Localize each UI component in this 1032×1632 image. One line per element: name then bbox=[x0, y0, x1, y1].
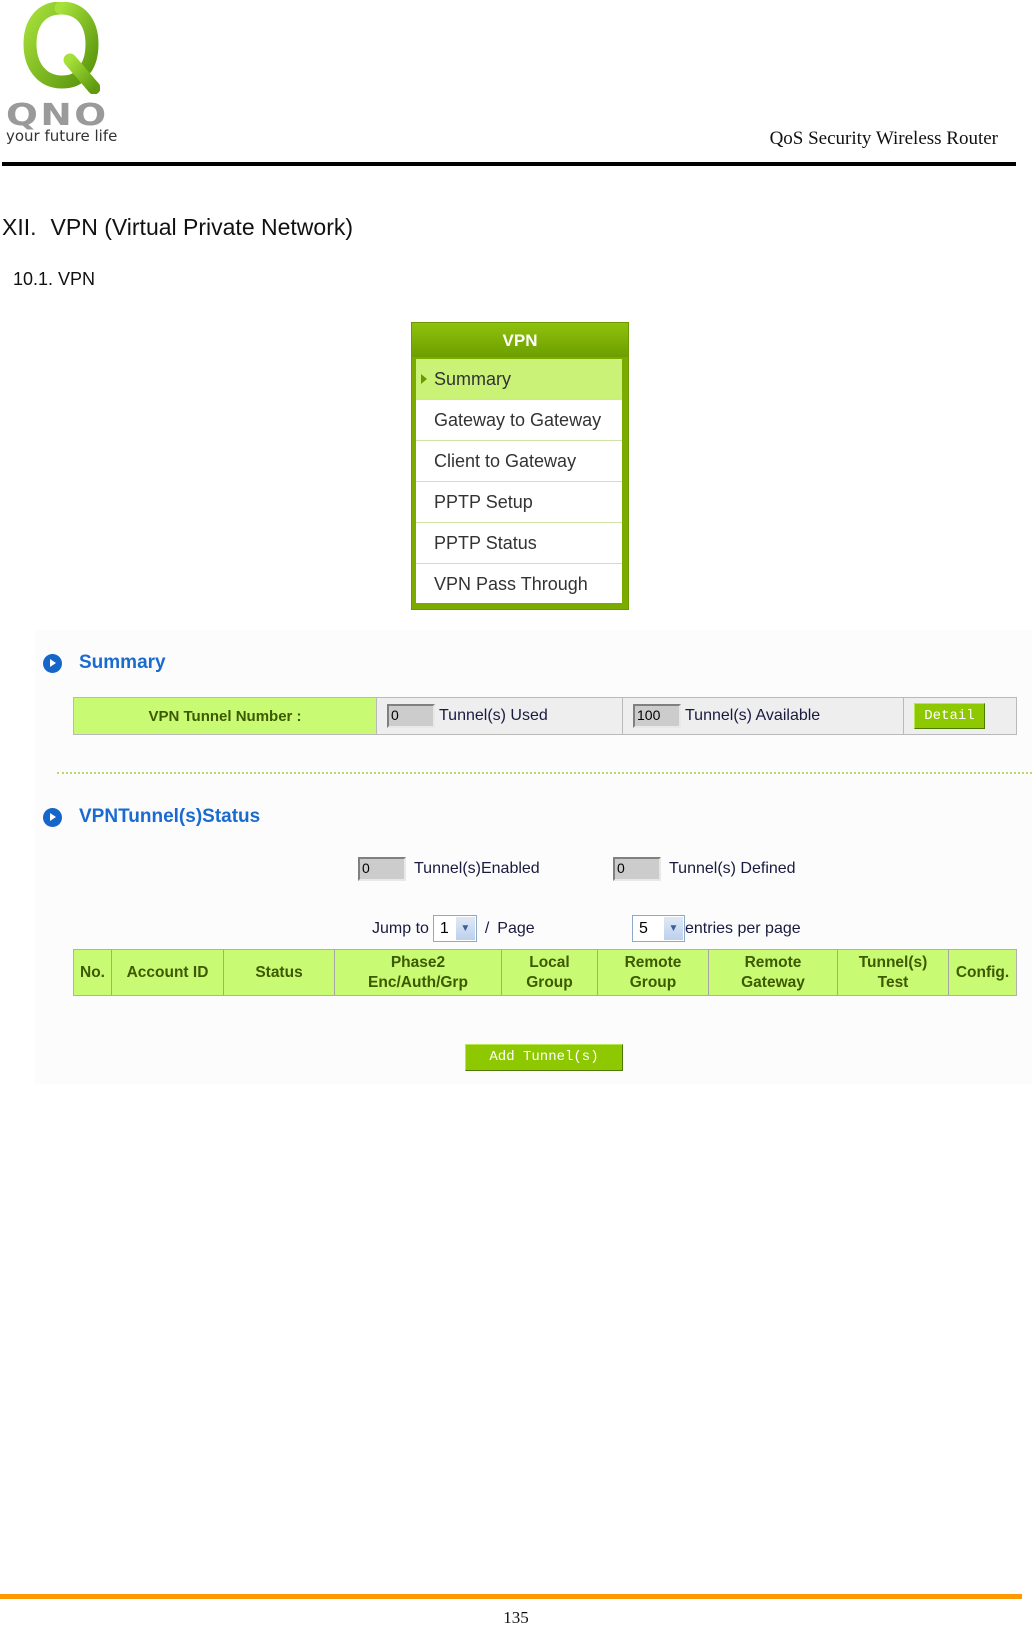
tunnel-number-label: VPN Tunnel Number : bbox=[74, 698, 377, 734]
summary-section-title: Summary bbox=[43, 652, 166, 674]
page-separator: / bbox=[484, 919, 490, 937]
detail-button[interactable]: Detail bbox=[914, 703, 985, 729]
section-heading: 10.1. VPN bbox=[13, 269, 96, 289]
tunnel-status-table-header: No. Account ID Status Phase2 Enc/Auth/Gr… bbox=[73, 949, 1017, 996]
vpn-menu-title: VPN bbox=[412, 323, 628, 357]
add-tunnel-button[interactable]: Add Tunnel(s) bbox=[465, 1044, 623, 1071]
jump-to-page-value: 1 bbox=[439, 919, 449, 937]
section-divider bbox=[57, 772, 1032, 774]
page-label: Page bbox=[497, 919, 535, 937]
col-local-group: Local Group bbox=[502, 950, 598, 995]
menu-item-client-to-gateway[interactable]: Client to Gateway bbox=[416, 441, 622, 482]
pagination-row: Jump to 1 ▼ / Page bbox=[372, 915, 535, 942]
tunnels-defined-label: Tunnel(s) Defined bbox=[669, 860, 796, 877]
detail-cell: Detail bbox=[904, 698, 1016, 734]
logo-tagline: your future life bbox=[6, 127, 118, 145]
menu-item-summary[interactable]: Summary bbox=[416, 359, 622, 400]
menu-item-label: Gateway to Gateway bbox=[434, 410, 602, 430]
entries-per-page-label: entries per page bbox=[685, 919, 801, 937]
tunnels-available-field: 100 bbox=[633, 704, 681, 728]
menu-item-label: VPN Pass Through bbox=[434, 574, 588, 594]
circle-arrow-icon bbox=[43, 653, 62, 673]
tunnels-enabled-field: 0 bbox=[358, 857, 406, 881]
tunnels-defined-row: 0 Tunnel(s) Defined bbox=[613, 857, 796, 881]
tunnels-used-field: 0 bbox=[387, 704, 435, 728]
tunnels-available-cell: 100 Tunnel(s) Available bbox=[623, 698, 904, 734]
col-status: Status bbox=[224, 950, 335, 995]
tunnels-enabled-row: 0 Tunnel(s)Enabled bbox=[358, 857, 540, 881]
vpn-menu: VPN Summary Gateway to Gateway Client to… bbox=[411, 322, 629, 610]
menu-item-label: Client to Gateway bbox=[434, 451, 577, 471]
active-arrow-icon bbox=[421, 374, 427, 384]
tunnels-used-label: Tunnel(s) Used bbox=[439, 707, 548, 724]
entries-per-page-row: 5 ▼ entries per page bbox=[632, 915, 801, 942]
header-divider bbox=[2, 162, 1016, 166]
col-config: Config. bbox=[955, 963, 1010, 981]
page-number: 135 bbox=[503, 1608, 529, 1627]
tunnel-status-title-text: VPNTunnel(s)Status bbox=[79, 806, 261, 827]
vpn-menu-list: Summary Gateway to Gateway Client to Gat… bbox=[416, 359, 622, 603]
col-account-id: Account ID bbox=[112, 950, 224, 995]
menu-item-label: Summary bbox=[434, 369, 512, 389]
chapter-number: XII. bbox=[2, 214, 37, 240]
chevron-down-icon: ▼ bbox=[455, 917, 475, 940]
q-logo-icon bbox=[23, 2, 100, 94]
jump-to-label: Jump to bbox=[372, 919, 429, 937]
menu-item-label: PPTP Status bbox=[434, 533, 537, 553]
col-remote-gateway: Remote Gateway bbox=[709, 950, 838, 995]
menu-item-pptp-setup[interactable]: PPTP Setup bbox=[416, 482, 622, 523]
qno-logo: QNO your future life bbox=[2, 0, 120, 150]
entries-per-page-value: 5 bbox=[639, 919, 648, 937]
chevron-down-icon: ▼ bbox=[664, 917, 683, 940]
footer-divider bbox=[0, 1594, 1022, 1599]
circle-arrow-icon bbox=[43, 807, 62, 827]
menu-item-vpn-pass-through[interactable]: VPN Pass Through bbox=[416, 564, 622, 605]
summary-table: VPN Tunnel Number : 0 Tunnel(s) Used 100… bbox=[73, 697, 1017, 735]
col-phase2: Phase2 Enc/Auth/Grp bbox=[335, 950, 502, 995]
tunnels-enabled-label: Tunnel(s)Enabled bbox=[414, 860, 540, 877]
col-tunnel-test: Tunnel(s) Test bbox=[838, 950, 949, 995]
tunnels-used-cell: 0 Tunnel(s) Used bbox=[377, 698, 623, 734]
jump-to-page-select[interactable]: 1 ▼ bbox=[432, 915, 477, 942]
document-title: QoS Security Wireless Router bbox=[769, 128, 998, 149]
chapter-heading: XII. VPN (Virtual Private Network) bbox=[2, 214, 353, 241]
menu-item-gateway-to-gateway[interactable]: Gateway to Gateway bbox=[416, 400, 622, 441]
tunnels-available-label: Tunnel(s) Available bbox=[685, 707, 821, 724]
menu-item-pptp-status[interactable]: PPTP Status bbox=[416, 523, 622, 564]
col-remote-group: Remote Group bbox=[598, 950, 709, 995]
col-no: No. bbox=[74, 950, 112, 995]
chapter-title: VPN (Virtual Private Network) bbox=[50, 214, 354, 240]
tunnels-defined-field: 0 bbox=[613, 857, 661, 881]
menu-item-label: PPTP Setup bbox=[434, 492, 533, 512]
tunnel-status-section-title: VPNTunnel(s)Status bbox=[43, 806, 260, 828]
entries-per-page-select[interactable]: 5 ▼ bbox=[632, 915, 685, 942]
summary-title-text: Summary bbox=[79, 652, 166, 673]
